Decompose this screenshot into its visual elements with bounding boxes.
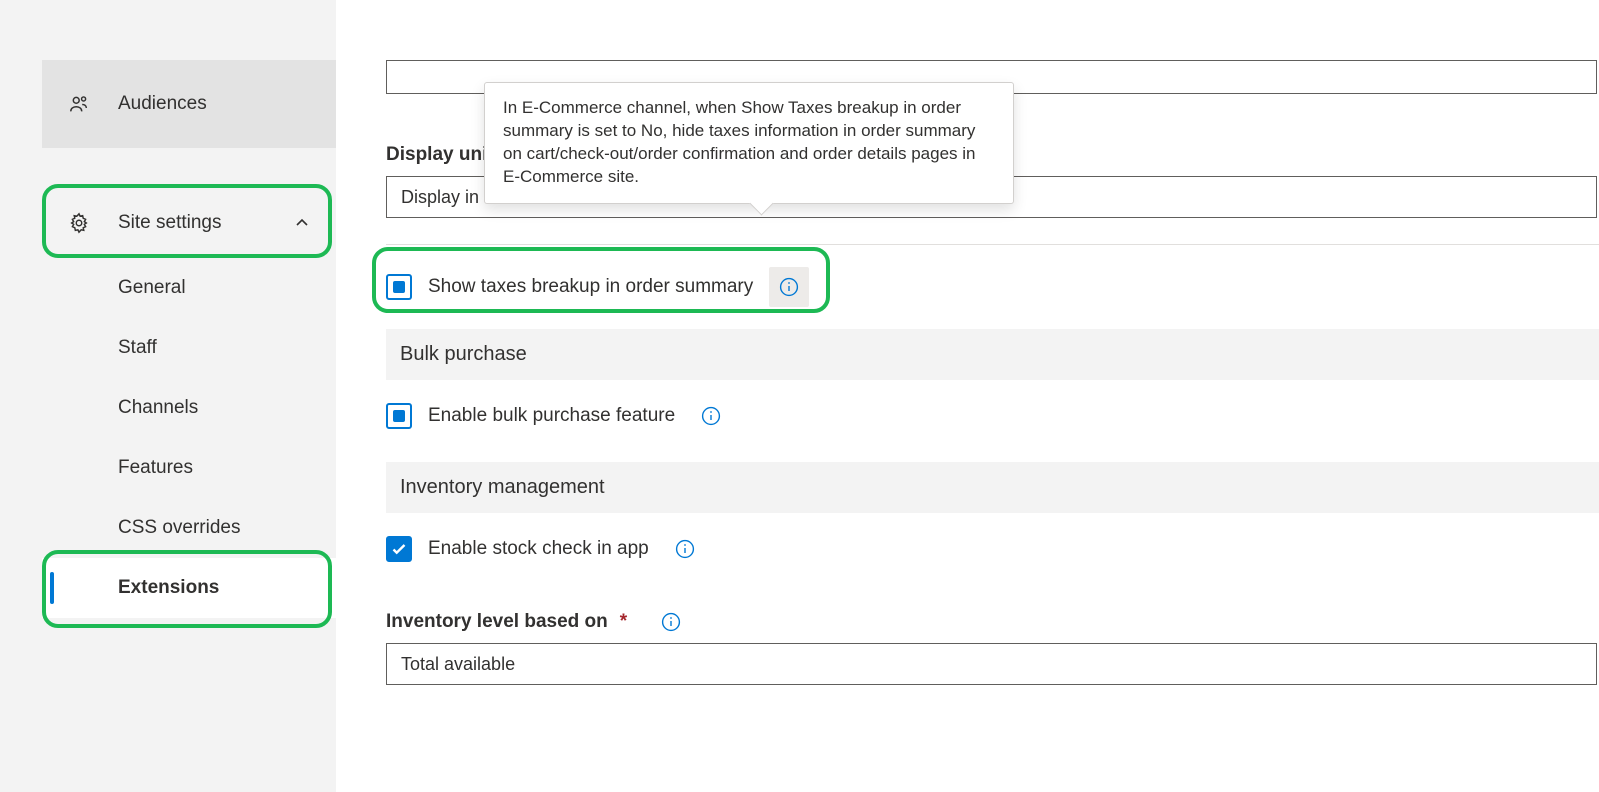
show-taxes-label: Show taxes breakup in order summary: [428, 276, 753, 298]
enable-stock-checkbox[interactable]: [386, 536, 412, 562]
sidebar-sub-label: Features: [118, 457, 193, 479]
info-icon: [661, 612, 681, 632]
sidebar-sub-css-overrides[interactable]: CSS overrides: [42, 498, 336, 558]
audiences-icon: [68, 93, 118, 115]
inventory-level-label: Inventory level based on *: [386, 611, 1599, 633]
info-icon: [701, 406, 721, 426]
check-icon: [390, 540, 408, 558]
required-asterisk: *: [620, 611, 627, 633]
sidebar-sub-features[interactable]: Features: [42, 438, 336, 498]
show-taxes-row: Show taxes breakup in order summary: [386, 245, 809, 329]
info-icon: [779, 277, 799, 297]
tooltip-text: In E-Commerce channel, when Show Taxes b…: [503, 98, 975, 186]
inventory-level-input[interactable]: Total available: [386, 643, 1597, 685]
input-value: Total available: [401, 654, 515, 675]
gear-icon: [68, 212, 118, 234]
sidebar-sub-general[interactable]: General: [42, 258, 336, 318]
enable-stock-label: Enable stock check in app: [428, 538, 649, 560]
info-button[interactable]: [665, 529, 705, 569]
info-button[interactable]: [661, 612, 681, 632]
sidebar-sub-staff[interactable]: Staff: [42, 318, 336, 378]
sidebar-sub-label: CSS overrides: [118, 517, 241, 539]
sidebar-item-label: Site settings: [118, 212, 294, 234]
info-button[interactable]: [691, 396, 731, 436]
sidebar-sub-label: Staff: [118, 337, 157, 359]
sidebar-sub-label: Extensions: [118, 577, 219, 599]
info-icon: [675, 539, 695, 559]
show-taxes-checkbox[interactable]: [386, 274, 412, 300]
enable-bulk-row: Enable bulk purchase feature: [386, 380, 731, 452]
sidebar-item-site-settings[interactable]: Site settings: [42, 188, 336, 258]
sidebar-sub-channels[interactable]: Channels: [42, 378, 336, 438]
inventory-header: Inventory management: [386, 462, 1599, 513]
sidebar-sub-extensions[interactable]: Extensions: [42, 558, 336, 618]
info-button[interactable]: [769, 267, 809, 307]
enable-stock-row: Enable stock check in app: [386, 513, 705, 585]
enable-bulk-label: Enable bulk purchase feature: [428, 405, 675, 427]
sidebar-sub-label: Channels: [118, 397, 198, 419]
enable-bulk-checkbox[interactable]: [386, 403, 412, 429]
bulk-purchase-header: Bulk purchase: [386, 329, 1599, 380]
sidebar-sub-label: General: [118, 277, 186, 299]
tooltip: In E-Commerce channel, when Show Taxes b…: [484, 82, 1014, 204]
sidebar-item-label: Audiences: [118, 93, 336, 115]
chevron-up-icon: [294, 215, 310, 231]
sidebar-item-audiences[interactable]: Audiences: [42, 60, 336, 148]
